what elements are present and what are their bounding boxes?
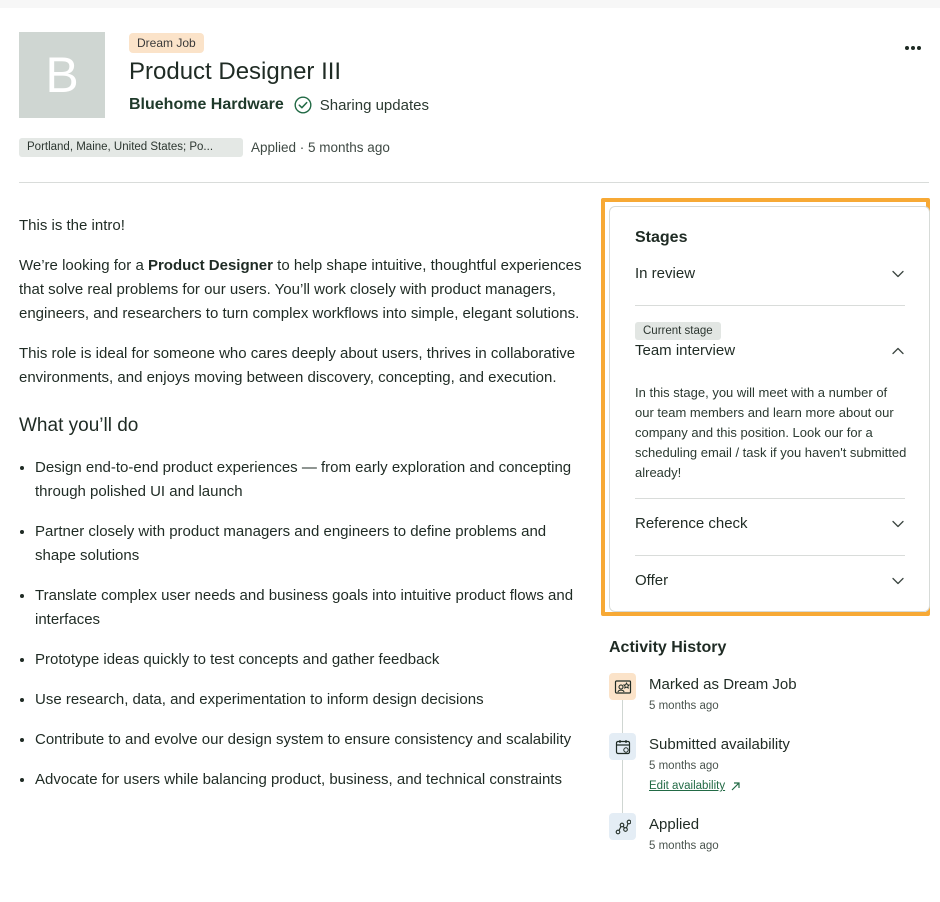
activity-time: 5 months ago [649, 840, 719, 852]
dream-job-badge: Dream Job [129, 33, 204, 53]
description-paragraph-1: We’re looking for a Product Designer to … [19, 254, 584, 326]
list-item: Partner closely with product managers an… [35, 520, 584, 568]
list-item: Advocate for users while balancing produ… [35, 768, 584, 792]
route-icon [609, 813, 636, 840]
edit-availability-label: Edit availability [649, 780, 726, 792]
stage-team-interview[interactable]: Team interview [635, 342, 905, 359]
calendar-icon [609, 733, 636, 760]
check-circle-icon [294, 96, 312, 114]
stages-heading: Stages [635, 229, 688, 246]
stages-card: Stages In review Current stage Team inte… [609, 206, 930, 612]
activity-title: Submitted availability [649, 736, 790, 753]
activity-title: Marked as Dream Job [649, 676, 797, 693]
list-item: Use research, data, and experimentation … [35, 688, 584, 712]
stage-divider [635, 305, 905, 306]
stage-label: In review [635, 265, 696, 282]
intro-text: This is the intro! [19, 217, 125, 234]
location-chip[interactable]: Portland, Maine, United States; Po... [19, 138, 243, 157]
stage-label: Reference check [635, 515, 748, 532]
job-detail-page: B Dream Job Product Designer III Bluehom… [0, 8, 940, 902]
list-item: Design end-to-end product experiences — … [35, 456, 584, 504]
activity-time: 5 months ago [649, 760, 719, 772]
chevron-down-icon [892, 577, 904, 584]
stage-offer[interactable]: Offer [635, 572, 905, 589]
stage-description: In this stage, you will meet with a numb… [635, 385, 907, 480]
applied-meta: Applied · 5 months ago [251, 140, 390, 155]
responsibilities-list: Design end-to-end product experiences — … [19, 456, 584, 792]
list-item: Translate complex user needs and busines… [35, 584, 584, 632]
section-heading: What you’ll do [19, 415, 139, 436]
stage-label: Offer [635, 572, 669, 589]
company-logo: B [19, 32, 105, 118]
activity-time: 5 months ago [649, 700, 719, 712]
activity-history-heading: Activity History [609, 639, 727, 656]
stage-in-review[interactable]: In review [635, 265, 905, 282]
logo-letter: B [45, 47, 79, 103]
description-paragraph-2: This role is ideal for someone who cares… [19, 345, 576, 386]
current-stage-badge: Current stage [635, 322, 721, 340]
job-title: Product Designer III [129, 58, 342, 85]
chevron-up-icon [892, 347, 904, 354]
stage-divider [635, 555, 905, 556]
list-item: Prototype ideas quickly to test concepts… [35, 648, 584, 672]
ellipsis-icon [905, 46, 921, 50]
chevron-down-icon [892, 270, 904, 277]
edit-availability-link[interactable]: Edit availability [649, 780, 741, 792]
external-link-icon [731, 781, 740, 790]
header-divider [19, 182, 929, 183]
stage-reference-check[interactable]: Reference check [635, 515, 905, 532]
stage-divider [635, 498, 905, 499]
list-item: Contribute to and evolve our design syst… [35, 728, 584, 752]
para1-text-pre: We’re looking for a [19, 257, 148, 274]
para1-bold-role: Product Designer [147, 257, 273, 274]
dream-job-icon [609, 673, 636, 700]
job-description: This is the intro! We’re looking for a P… [19, 214, 584, 808]
company-name[interactable]: Bluehome Hardware [129, 96, 284, 114]
chevron-down-icon [892, 520, 904, 527]
stage-label: Team interview [635, 342, 736, 359]
company-row: Bluehome Hardware Sharing updates [129, 96, 429, 114]
sharing-status: Sharing updates [319, 96, 429, 114]
activity-title: Applied [649, 816, 700, 833]
more-options-button[interactable] [900, 39, 926, 57]
